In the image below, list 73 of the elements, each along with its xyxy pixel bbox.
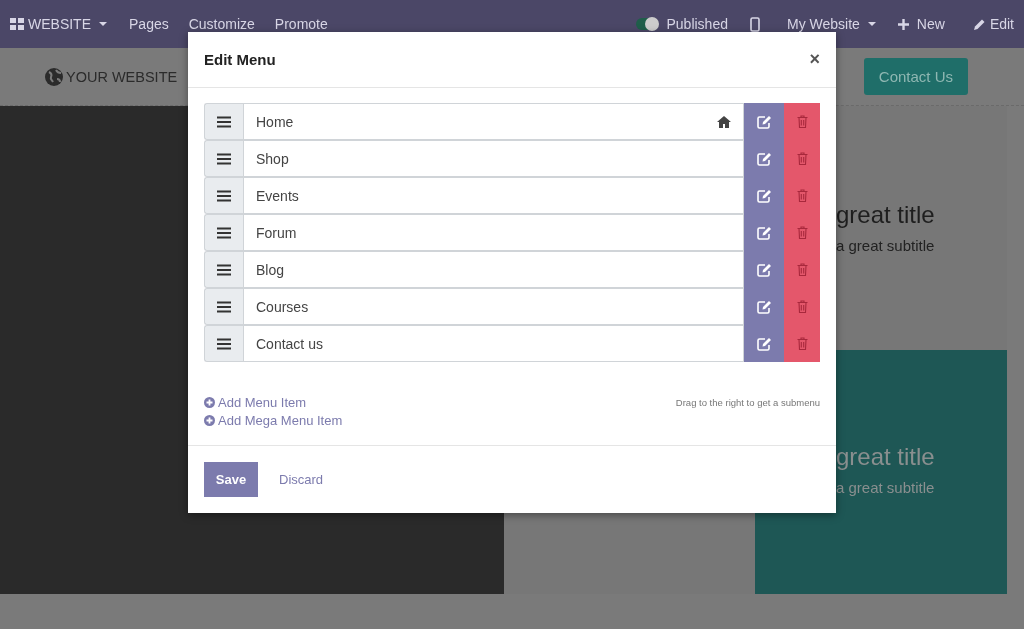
navbar-link[interactable]: Promote [274, 16, 328, 32]
banner-title: great title [836, 201, 936, 229]
pencil-icon [972, 17, 986, 31]
apps-menu[interactable]: WEBSITE [10, 16, 107, 32]
trash-icon [796, 337, 808, 350]
edit-button[interactable]: Edit [972, 16, 1014, 32]
menu-icon [217, 263, 231, 276]
menu-item[interactable]: Courses [243, 288, 744, 325]
drag-handle[interactable] [204, 140, 243, 177]
edit-icon [756, 336, 772, 351]
menu-item[interactable]: Contact us [243, 325, 744, 362]
menu-icon [217, 226, 231, 239]
trash-icon [796, 300, 808, 313]
delete-item-button[interactable] [784, 325, 820, 362]
navbar-link[interactable]: Pages [129, 16, 169, 32]
website-logo: YOUR WEBSITE [66, 68, 178, 85]
drag-handle[interactable] [204, 103, 243, 140]
drag-handle[interactable] [204, 251, 243, 288]
trash-icon [796, 263, 808, 276]
menu-icon [217, 152, 231, 165]
delete-item-button[interactable] [784, 103, 820, 140]
plus-icon [897, 18, 909, 30]
add-link[interactable]: Add Menu Item [204, 395, 343, 410]
save-button[interactable]: Save [204, 462, 258, 497]
trash-icon [796, 226, 808, 239]
submenu-hint: Drag to the right to get a submenu [675, 397, 820, 410]
menu-item[interactable]: Shop [243, 140, 744, 177]
globe-icon [44, 66, 64, 87]
menu-item[interactable]: Forum [243, 214, 744, 251]
edit-icon [756, 262, 772, 277]
close-button[interactable]: × [807, 49, 822, 70]
edit-icon [756, 188, 772, 203]
navbar-link[interactable]: Customize [188, 16, 255, 32]
menu-item-label: Shop [256, 150, 289, 167]
menu-icon [217, 337, 231, 350]
plus-circle-icon [204, 397, 215, 408]
edit-icon [756, 299, 772, 314]
drag-handle[interactable] [204, 177, 243, 214]
menu-item[interactable]: Home [243, 103, 744, 140]
menu-item-label: Blog [256, 261, 285, 278]
edit-item-button[interactable] [744, 103, 784, 140]
edit-icon [756, 151, 772, 166]
menu-icon [217, 189, 231, 202]
menu-icon [217, 115, 231, 128]
drag-handle[interactable] [204, 325, 243, 362]
trash-icon [796, 189, 808, 202]
trash-icon [796, 152, 808, 165]
grid-icon [10, 18, 24, 30]
menu-item-label: Courses [256, 298, 309, 315]
drag-handle[interactable] [204, 214, 243, 251]
menu-item-label: Events [256, 187, 299, 204]
site-menu[interactable]: My Website [787, 16, 876, 32]
mobile-phone-icon[interactable] [750, 16, 760, 32]
add-link[interactable]: Add Mega Menu Item [204, 413, 343, 428]
banner-title: great title [836, 443, 936, 471]
edit-icon [756, 225, 772, 240]
dialog-title: Edit Menu [204, 51, 276, 68]
plus-circle-icon [204, 415, 215, 426]
edit-icon [756, 114, 772, 129]
new-button[interactable]: New [897, 16, 945, 32]
discard-link[interactable]: Discard [279, 472, 324, 487]
menu-item[interactable]: Events [243, 177, 744, 214]
menu-item-label: Forum [256, 224, 297, 241]
menu-item-label: Home [256, 113, 294, 130]
banner-subtitle: a great subtitle [836, 479, 936, 496]
menu-icon [217, 300, 231, 313]
trash-icon [796, 115, 808, 128]
drag-handle[interactable] [204, 288, 243, 325]
banner-subtitle: a great subtitle [836, 237, 936, 254]
edit-item-button[interactable] [744, 325, 784, 362]
menu-item[interactable]: Blog [243, 251, 744, 288]
publish-toggle[interactable]: Published [636, 16, 728, 32]
menu-item-label: Contact us [256, 335, 323, 352]
